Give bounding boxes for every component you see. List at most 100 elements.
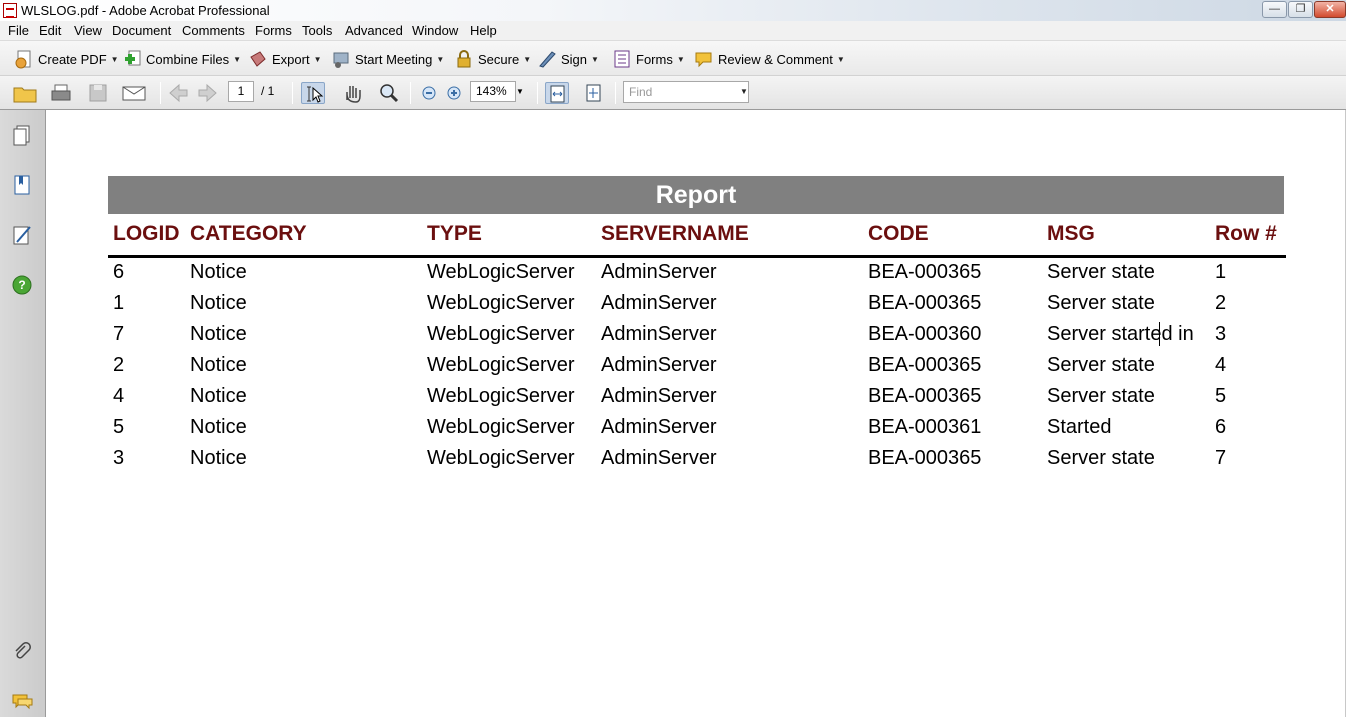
zoom-tool-icon[interactable] [377,82,401,104]
export-button[interactable]: Export ▼ [248,49,322,69]
cell-logid: 1 [113,292,125,314]
toolbar-separator [537,82,538,104]
cell-row-number: 7 [1215,447,1227,469]
chevron-down-icon[interactable]: ▼ [740,87,748,96]
cell-code: BEA-000360 [868,323,982,345]
cell-logid: 5 [113,416,125,438]
cell-code: BEA-000365 [868,292,982,314]
cell-row-number: 3 [1215,323,1227,345]
cell-msg: Server state [1047,447,1209,477]
attachments-icon[interactable] [11,640,33,662]
export-icon [248,49,268,69]
chevron-down-icon: ▼ [523,54,532,64]
column-header-row-number: Row # [1215,222,1277,245]
menu-help[interactable]: Help [470,23,497,38]
column-header-msg: MSG [1047,222,1095,245]
close-button[interactable]: ✕ [1314,1,1346,18]
previous-page-icon[interactable] [166,82,190,104]
toolbar-separator [160,82,161,104]
combine-files-button[interactable]: Combine Files ▼ [122,49,241,69]
cell-logid: 2 [113,354,125,376]
forms-icon [612,49,632,69]
find-input[interactable]: Find [623,81,749,103]
chevron-down-icon: ▼ [836,54,845,64]
window-title: WLSLOG.pdf - Adobe Acrobat Professional [21,3,270,18]
help-icon[interactable]: ? [11,274,33,296]
print-icon[interactable] [49,82,73,104]
cell-code: BEA-000365 [868,261,982,283]
column-header-servername: SERVERNAME [601,222,749,245]
cell-type: WebLogicServer [427,323,575,345]
page-number-input[interactable]: 1 [228,81,254,102]
create-pdf-button[interactable]: Create PDF ▼ [14,49,119,69]
menu-edit[interactable]: Edit [39,23,61,38]
cell-msg-text: Server started in [1047,323,1194,345]
meeting-icon [331,49,351,69]
menu-advanced[interactable]: Advanced [345,23,403,38]
fit-width-icon[interactable] [545,82,569,104]
maximize-button[interactable]: ❐ [1288,1,1313,18]
create-pdf-icon [14,49,34,69]
cell-type: WebLogicServer [427,354,575,376]
comments-icon[interactable] [11,690,33,712]
hand-tool-icon[interactable] [340,82,364,104]
column-header-logid: LOGID [113,222,180,245]
document-page[interactable]: Report LOGID CATEGORY TYPE SERVERNAME CO… [46,110,1346,717]
signatures-icon[interactable] [11,224,33,246]
cell-msg-text: Server state [1047,354,1155,376]
email-icon[interactable] [121,82,146,104]
zoom-level-input[interactable]: 143% [470,81,516,102]
cell-category: Notice [190,416,247,438]
save-icon[interactable] [86,82,110,104]
cell-logid: 7 [113,323,125,345]
start-meeting-button[interactable]: Start Meeting ▼ [331,49,444,69]
cell-code: BEA-000365 [868,385,982,407]
zoom-in-icon[interactable] [442,82,466,104]
review-comment-label: Review & Comment [718,51,833,67]
menu-window[interactable]: Window [412,23,458,38]
cell-code: BEA-000365 [868,447,982,469]
close-icon: ✕ [1325,3,1335,15]
secure-button[interactable]: Secure ▼ [454,49,531,69]
menu-comments[interactable]: Comments [182,23,245,38]
sign-button[interactable]: Sign ▼ [537,49,599,69]
cell-category: Notice [190,354,247,376]
menu-file[interactable]: File [8,23,29,38]
cell-row-number: 6 [1215,416,1227,438]
chevron-down-icon: ▼ [591,54,599,64]
column-header-type: TYPE [427,222,482,245]
menu-view[interactable]: View [74,23,102,38]
cell-logid: 6 [113,261,125,283]
cell-servername: AdminServer [601,416,717,438]
open-folder-icon[interactable] [12,82,37,104]
column-header-category: CATEGORY [190,222,307,245]
chevron-down-icon[interactable]: ▼ [516,87,524,96]
cell-msg-text: Started [1047,416,1112,438]
menu-tools[interactable]: Tools [302,23,332,38]
zoom-out-icon[interactable] [417,82,441,104]
cell-category: Notice [190,261,247,283]
cell-code: BEA-000361 [868,416,982,438]
fit-page-icon[interactable] [582,82,606,104]
header-divider [108,255,1286,258]
menu-document[interactable]: Document [112,23,171,38]
chevron-down-icon: ▼ [676,54,685,64]
menu-forms[interactable]: Forms [255,23,292,38]
bookmarks-icon[interactable] [11,174,33,196]
cell-msg-text: Server state [1047,261,1155,283]
chevron-down-icon: ▼ [436,54,445,64]
navigation-pane: ? [0,110,46,717]
forms-button[interactable]: Forms ▼ [612,49,685,69]
cell-servername: AdminServer [601,447,717,469]
next-page-icon[interactable] [196,82,220,104]
minimize-button[interactable]: — [1262,1,1287,18]
export-label: Export [272,51,310,67]
select-tool-icon[interactable] [301,82,325,104]
lock-icon [454,49,474,69]
review-comment-button[interactable]: Review & Comment ▼ [694,49,845,69]
chevron-down-icon: ▼ [233,54,242,64]
cell-msg: Server state [1047,292,1209,322]
pages-icon[interactable] [11,124,33,146]
minimize-icon: — [1269,3,1280,15]
toolbar-separator [615,82,616,104]
